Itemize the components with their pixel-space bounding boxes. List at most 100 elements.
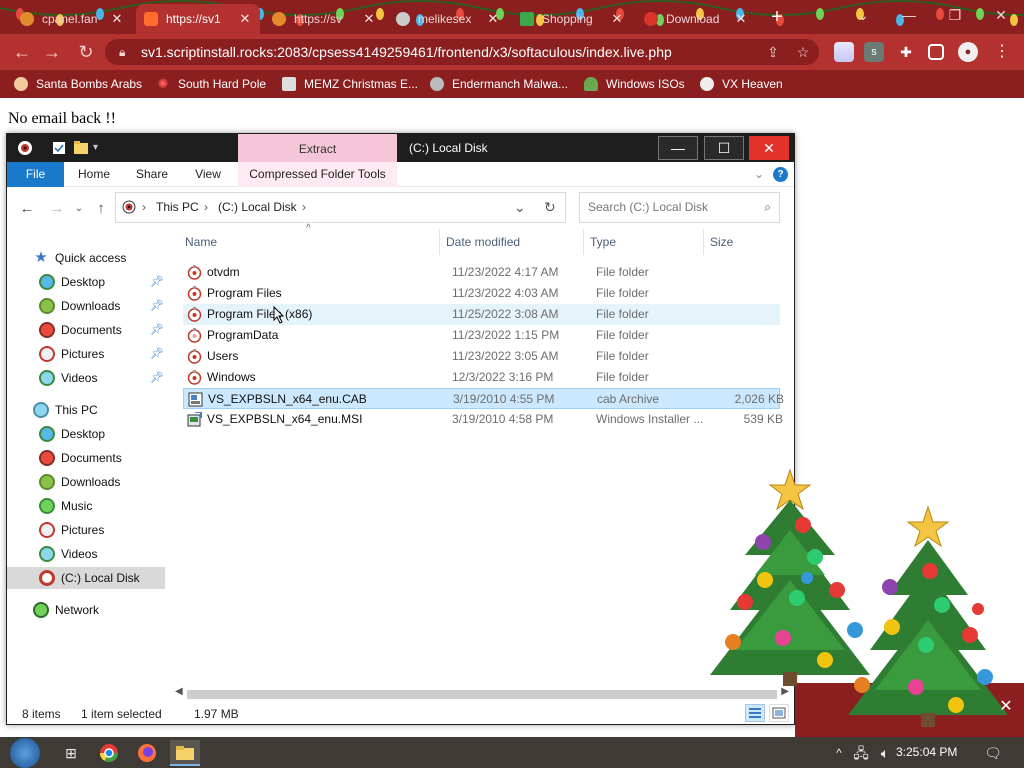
file-row-selected[interactable]: VS_EXPBSLN_x64_enu.CAB 3/19/2010 4:55 PM…: [183, 388, 784, 409]
tab-file[interactable]: File: [7, 162, 64, 187]
breadcrumb-this-pc[interactable]: This PC: [156, 193, 199, 222]
tab-compressed-folder-tools[interactable]: Compressed Folder Tools: [238, 162, 397, 187]
address-dropdown-icon[interactable]: ⌄: [514, 193, 526, 222]
bookmark-item[interactable]: MEMZ Christmas E...: [282, 76, 418, 92]
column-header-type[interactable]: Type: [590, 235, 616, 249]
menu-dots-icon[interactable]: ⋮: [992, 42, 1012, 62]
minimize-icon[interactable]: —: [886, 0, 932, 30]
pin-icon[interactable]: 📌︎: [150, 371, 164, 385]
file-row[interactable]: VS_EXPBSLN_x64_enu.MSI 3/19/2010 4:58 PM…: [183, 409, 783, 430]
pin-icon[interactable]: 📌︎: [150, 323, 164, 337]
nav-pc-videos[interactable]: Videos: [39, 543, 97, 565]
scroll-left-icon[interactable]: ◀: [175, 686, 183, 697]
forward-arrow-icon[interactable]: →: [47, 199, 67, 219]
bookmark-item[interactable]: VX Heaven: [700, 76, 783, 92]
nav-quick-pictures[interactable]: Pictures: [39, 343, 104, 365]
extract-context-tab[interactable]: Extract: [238, 134, 397, 162]
nav-pc-downloads[interactable]: Downloads: [39, 471, 120, 493]
browser-tab[interactable]: melikesex ✕: [388, 4, 508, 34]
browser-tab[interactable]: https://sv ✕: [264, 4, 384, 34]
file-row-hovered[interactable]: Program Files (x86) 11/25/2022 3:08 AM F…: [183, 304, 780, 325]
up-arrow-icon[interactable]: ↑: [91, 199, 111, 219]
column-header-name[interactable]: Name: [185, 235, 217, 249]
taskbar-clock[interactable]: 3:25:04 PM: [896, 737, 957, 768]
nav-pc-music[interactable]: Music: [39, 495, 92, 517]
pin-icon[interactable]: 📌︎: [150, 347, 164, 361]
file-row[interactable]: Program Files 11/23/2022 4:03 AM File fo…: [183, 283, 780, 304]
back-arrow-icon[interactable]: ←: [17, 199, 37, 219]
search-input[interactable]: Search (C:) Local Disk ⌕: [579, 192, 780, 223]
customize-quick-access-icon[interactable]: ▾: [93, 140, 109, 156]
nav-quick-access[interactable]: ★ Quick access: [33, 247, 126, 269]
side-panel-icon[interactable]: [928, 44, 944, 60]
browser-tab-active[interactable]: https://sv1 ✕: [136, 4, 260, 34]
properties-quick-icon[interactable]: [51, 140, 67, 156]
tab-close-icon[interactable]: ✕: [610, 11, 624, 27]
bookmark-item[interactable]: ✺ South Hard Pole: [156, 76, 267, 92]
firefox-taskbar-icon[interactable]: [134, 740, 160, 766]
tab-close-icon[interactable]: ✕: [486, 11, 500, 27]
column-divider[interactable]: [439, 229, 440, 255]
new-tab-button[interactable]: +: [766, 6, 788, 28]
bookmark-item[interactable]: Santa Bombs Arabs: [14, 76, 142, 92]
extension-s-icon[interactable]: s: [864, 42, 884, 62]
network-status-icon[interactable]: 🖧︎: [848, 740, 874, 766]
recent-locations-icon[interactable]: ⌄: [69, 199, 89, 219]
scrollbar-thumb[interactable]: [187, 690, 777, 699]
column-header-date[interactable]: Date modified: [446, 235, 520, 249]
expand-ribbon-icon[interactable]: ⌄: [749, 162, 769, 187]
pin-icon[interactable]: 📌︎: [150, 275, 164, 289]
chrome-taskbar-icon[interactable]: [96, 740, 122, 766]
bookmark-star-icon[interactable]: ☆: [793, 39, 813, 65]
file-row[interactable]: Windows 12/3/2022 3:16 PM File folder: [183, 367, 780, 388]
chevron-right-icon[interactable]: ›: [142, 193, 146, 222]
column-divider[interactable]: [703, 229, 704, 255]
file-row[interactable]: Users 11/23/2022 3:05 AM File folder: [183, 346, 780, 367]
extensions-puzzle-icon[interactable]: ✚: [896, 42, 916, 62]
nav-network[interactable]: Network: [33, 599, 99, 621]
nav-quick-documents[interactable]: Documents: [39, 319, 122, 341]
restore-icon[interactable]: ❐: [932, 0, 978, 30]
explorer-minimize-button[interactable]: —: [658, 136, 698, 160]
address-bar[interactable]: 🔒︎ sv1.scriptinstall.rocks:2083/cpsess41…: [105, 39, 819, 65]
explorer-close-button[interactable]: ✕: [749, 136, 789, 160]
tab-close-icon[interactable]: ✕: [238, 11, 252, 27]
share-icon[interactable]: ⇪: [763, 39, 783, 65]
file-explorer-taskbar-icon[interactable]: [170, 740, 200, 766]
nav-pc-documents[interactable]: Documents: [39, 447, 122, 469]
tab-search-icon[interactable]: ⌄: [840, 0, 886, 30]
path-address-bar[interactable]: › This PC › (C:) Local Disk › ⌄ ↻: [115, 192, 566, 223]
disk-app-icon[interactable]: [17, 140, 33, 156]
tab-close-icon[interactable]: ✕: [110, 11, 124, 27]
nav-pc-local-disk[interactable]: (C:) Local Disk: [7, 567, 165, 589]
tab-close-icon[interactable]: ✕: [734, 11, 748, 27]
tab-share[interactable]: Share: [125, 162, 179, 187]
explorer-maximize-button[interactable]: ☐: [704, 136, 744, 160]
bookmark-item[interactable]: Endermanch Malwa...: [430, 76, 568, 92]
reload-icon[interactable]: ↻: [74, 40, 98, 64]
refresh-icon[interactable]: ↻: [544, 193, 556, 222]
horizontal-scrollbar[interactable]: ◀ ▶: [175, 686, 789, 703]
nav-quick-videos[interactable]: Videos: [39, 367, 97, 389]
task-view-icon[interactable]: ⊞: [58, 740, 84, 766]
popup-close-icon[interactable]: ✕: [997, 698, 1015, 716]
nav-pc-pictures[interactable]: Pictures: [39, 519, 104, 541]
flag-extension-icon[interactable]: [834, 42, 854, 62]
new-folder-quick-icon[interactable]: [73, 140, 89, 156]
file-row[interactable]: otvdm 11/23/2022 4:17 AM File folder: [183, 262, 780, 283]
nav-quick-desktop[interactable]: Desktop: [39, 271, 105, 293]
file-row[interactable]: ProgramData 11/23/2022 1:15 PM File fold…: [183, 325, 780, 346]
tab-close-icon[interactable]: ✕: [362, 11, 376, 27]
chevron-right-icon[interactable]: ›: [204, 193, 208, 222]
column-divider[interactable]: [583, 229, 584, 255]
nav-this-pc[interactable]: This PC: [33, 399, 98, 421]
browser-tab[interactable]: cpanel.fan ✕: [12, 4, 132, 34]
help-icon[interactable]: ?: [773, 167, 788, 182]
large-icons-view-icon[interactable]: [769, 704, 789, 722]
start-button-icon[interactable]: [10, 738, 40, 768]
tab-view[interactable]: View: [183, 162, 233, 187]
browser-tab[interactable]: Shopping ✕: [512, 4, 632, 34]
forward-arrow-icon[interactable]: →: [40, 40, 64, 64]
pin-icon[interactable]: 📌︎: [150, 299, 164, 313]
nav-quick-downloads[interactable]: Downloads: [39, 295, 120, 317]
